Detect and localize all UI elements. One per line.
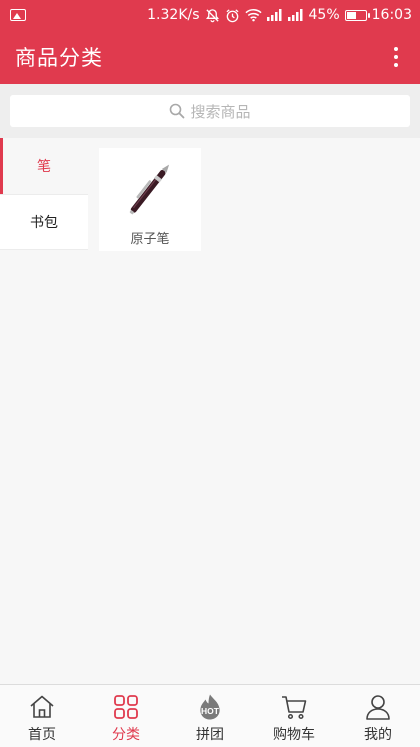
category-content: 笔 书包 原子笔	[0, 138, 420, 684]
search-placeholder: 搜索商品	[190, 102, 251, 121]
grid-icon	[114, 695, 138, 719]
sidebar-item-label: 书包	[30, 215, 58, 231]
nav-label: 首页	[28, 727, 56, 743]
more-menu-button[interactable]	[386, 41, 406, 73]
more-vertical-icon	[394, 47, 398, 51]
nav-label: 我的	[364, 727, 392, 743]
hot-icon: HOT	[200, 694, 220, 720]
image-notification-icon	[10, 9, 26, 21]
status-bar: 1.32K/s 45% 16:03	[0, 0, 420, 30]
signal-icon	[266, 9, 283, 21]
nav-label: 购物车	[273, 727, 315, 743]
category-sidebar: 笔 书包	[0, 138, 88, 250]
alarm-icon	[225, 8, 240, 23]
nav-item-cart[interactable]: 购物车	[252, 685, 336, 747]
battery-percent: 45%	[308, 7, 340, 23]
product-name: 原子笔	[130, 232, 170, 247]
mute-icon	[205, 8, 220, 23]
nav-item-mine[interactable]: 我的	[336, 685, 420, 747]
wifi-icon	[244, 8, 262, 22]
nav-item-category[interactable]: 分类	[84, 685, 168, 747]
signal-icon-2	[287, 9, 304, 21]
sidebar-item-schoolbag[interactable]: 书包	[0, 194, 88, 250]
pen-icon	[129, 164, 170, 215]
nav-item-group-buy[interactable]: HOT 拼团	[168, 685, 252, 747]
battery-level	[346, 11, 356, 19]
search-input[interactable]: 搜索商品	[10, 95, 410, 127]
clock: 16:03	[371, 7, 412, 23]
title-bar: 商品分类	[0, 30, 420, 84]
user-icon	[366, 695, 390, 720]
nav-item-home[interactable]: 首页	[0, 685, 84, 747]
search-bar: 搜索商品	[0, 84, 420, 138]
sidebar-item-label: 笔	[37, 159, 51, 175]
bottom-nav: 首页 分类 HOT 拼团 购物车 我的	[0, 684, 420, 747]
battery-icon	[344, 9, 370, 21]
search-icon	[170, 103, 185, 119]
cart-icon	[282, 696, 307, 720]
svg-text:HOT: HOT	[201, 706, 220, 716]
nav-label: 拼团	[196, 727, 224, 743]
nav-label: 分类	[112, 727, 140, 743]
page-title: 商品分类	[15, 46, 103, 70]
product-card[interactable]: 原子笔	[99, 148, 201, 251]
network-speed: 1.32K/s	[147, 7, 200, 23]
home-icon	[30, 695, 54, 718]
sidebar-item-pen[interactable]: 笔	[0, 138, 88, 194]
